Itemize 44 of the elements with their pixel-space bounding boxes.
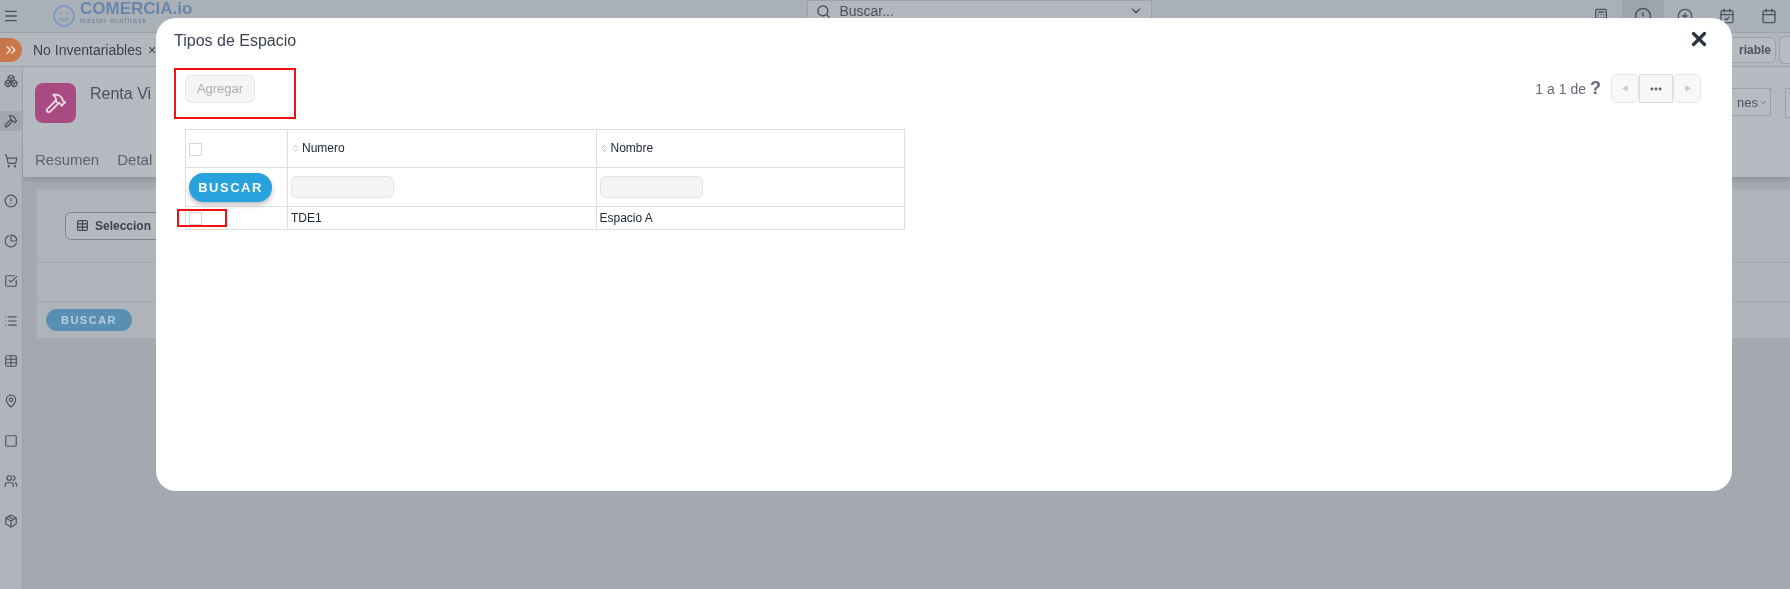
hammer-icon[interactable] bbox=[4, 114, 18, 128]
row-checkbox[interactable] bbox=[189, 212, 202, 226]
page-of: de bbox=[1570, 80, 1586, 97]
table-cell: TDE1 bbox=[291, 211, 322, 225]
logo-icon bbox=[52, 4, 76, 28]
boxes-icon[interactable] bbox=[4, 74, 18, 88]
page-total: ? bbox=[1590, 78, 1601, 99]
select-all-checkbox[interactable] bbox=[189, 142, 202, 156]
square-icon[interactable] bbox=[4, 434, 18, 448]
column-header[interactable]: Numero bbox=[302, 141, 345, 156]
search-button[interactable]: BUSCAR bbox=[189, 172, 272, 202]
chart-icon[interactable] bbox=[4, 234, 18, 248]
cart-icon[interactable] bbox=[4, 154, 18, 168]
triangle-right-icon bbox=[1683, 85, 1691, 92]
list-icon[interactable] bbox=[4, 314, 18, 328]
table-icon[interactable] bbox=[4, 354, 18, 368]
calendar-check-icon[interactable] bbox=[1719, 8, 1735, 24]
calendar-icon[interactable] bbox=[1761, 8, 1777, 24]
search-input[interactable]: Buscar... bbox=[837, 2, 1124, 20]
logo-name: COMERCIA.io bbox=[80, 0, 193, 17]
record-tab[interactable]: Resumen bbox=[35, 151, 100, 168]
triangle-left-icon bbox=[1621, 85, 1629, 92]
checkbox-icon[interactable] bbox=[4, 274, 18, 288]
column-header[interactable]: Nombre bbox=[610, 141, 654, 156]
module-badge[interactable] bbox=[0, 37, 22, 62]
highlight-frame bbox=[177, 209, 227, 227]
hammer-icon bbox=[44, 92, 67, 114]
table-icon bbox=[76, 219, 89, 232]
search-button[interactable]: BUSCAR bbox=[46, 309, 132, 331]
search-icon bbox=[816, 3, 832, 19]
record-tab[interactable]: Detal bbox=[117, 151, 153, 168]
filter-field[interactable] bbox=[599, 176, 703, 198]
filter-field[interactable] bbox=[291, 176, 394, 198]
dialog-title: Tipos de Espacio bbox=[174, 32, 297, 50]
menu-icon[interactable] bbox=[3, 8, 19, 24]
circle-icon[interactable] bbox=[4, 194, 18, 208]
table-cell: Espacio A bbox=[599, 211, 653, 225]
record-title: Renta Vi bbox=[90, 85, 152, 103]
breadcrumb-tab[interactable]: No Inventariables bbox=[33, 41, 142, 58]
users-icon[interactable] bbox=[4, 474, 18, 488]
package-icon[interactable] bbox=[4, 514, 18, 528]
page-range: 1 a 1 bbox=[1535, 80, 1567, 97]
tab-close[interactable]: × bbox=[147, 41, 157, 58]
map-pin-icon[interactable] bbox=[4, 394, 18, 408]
